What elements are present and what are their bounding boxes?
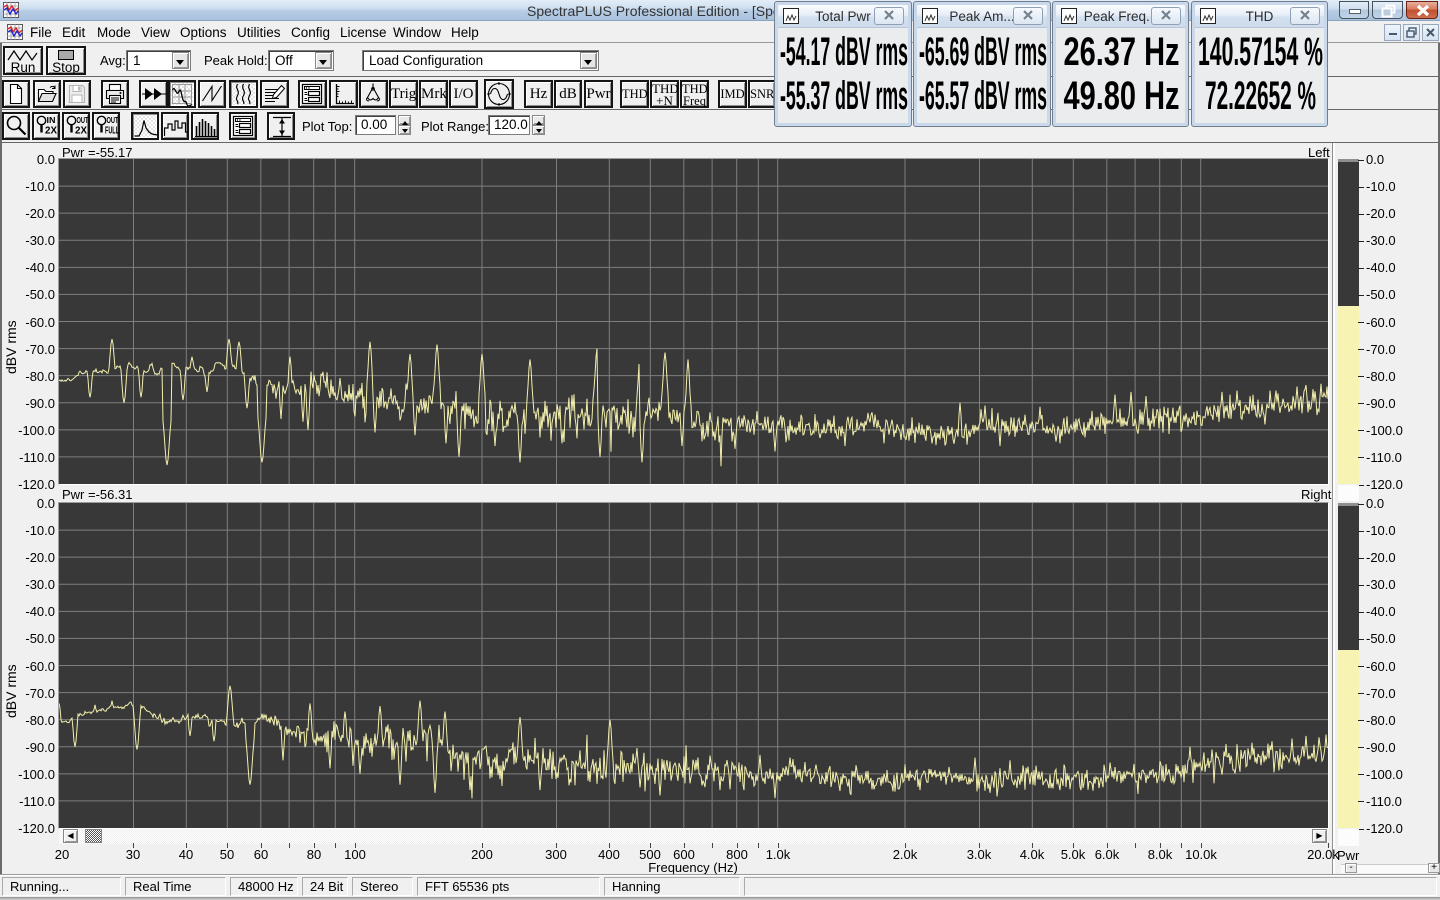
svg-text:-65.57 dBV rms: -65.57 dBV rms — [919, 79, 1047, 118]
svg-text:-65.69 dBV rms: -65.69 dBV rms — [919, 35, 1047, 74]
svg-text:49.80 Hz: 49.80 Hz — [1064, 79, 1180, 118]
svg-text:FULL: FULL — [105, 126, 119, 137]
svg-text:140.57154 %: 140.57154 % — [1198, 35, 1323, 74]
svg-text:-55.37 dBV rms: -55.37 dBV rms — [780, 79, 908, 118]
svg-text:IN: IN — [47, 116, 56, 125]
svg-text:OUT: OUT — [107, 116, 119, 125]
svg-text:-54.17 dBV rms: -54.17 dBV rms — [780, 35, 908, 74]
svg-text:Run: Run — [11, 60, 36, 74]
svg-text:26.37 Hz: 26.37 Hz — [1064, 35, 1180, 74]
svg-text:OUT: OUT — [77, 116, 89, 125]
svg-text:2X: 2X — [45, 126, 57, 137]
svg-text:Stop: Stop — [52, 60, 80, 74]
svg-text:2X: 2X — [75, 126, 87, 137]
svg-text:72.22652 %: 72.22652 % — [1205, 79, 1316, 118]
